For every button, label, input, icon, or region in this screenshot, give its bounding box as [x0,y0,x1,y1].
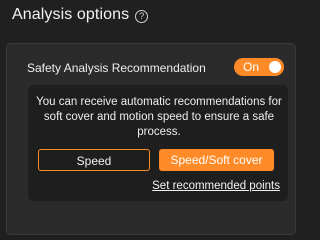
safety-recommendation-toggle[interactable]: On [234,58,284,76]
safety-recommendation-label: Safety Analysis Recommendation [27,61,206,75]
toggle-state-label: On [243,60,260,74]
analysis-options-header: Analysis options ? [12,6,149,24]
toggle-knob [269,61,281,73]
speed-button[interactable]: Speed [38,149,150,171]
speed-soft-cover-button[interactable]: Speed/Soft cover [159,149,274,171]
safety-recommendation-panel: Safety Analysis Recommendation On You ca… [6,43,296,235]
recommendation-info-box: You can receive automatic recommendation… [28,85,288,201]
help-icon[interactable]: ? [135,9,149,23]
page-title: Analysis options [12,6,130,23]
set-recommended-points-link[interactable]: Set recommended points [152,180,280,192]
recommendation-description: You can receive automatic recommendation… [36,96,282,138]
